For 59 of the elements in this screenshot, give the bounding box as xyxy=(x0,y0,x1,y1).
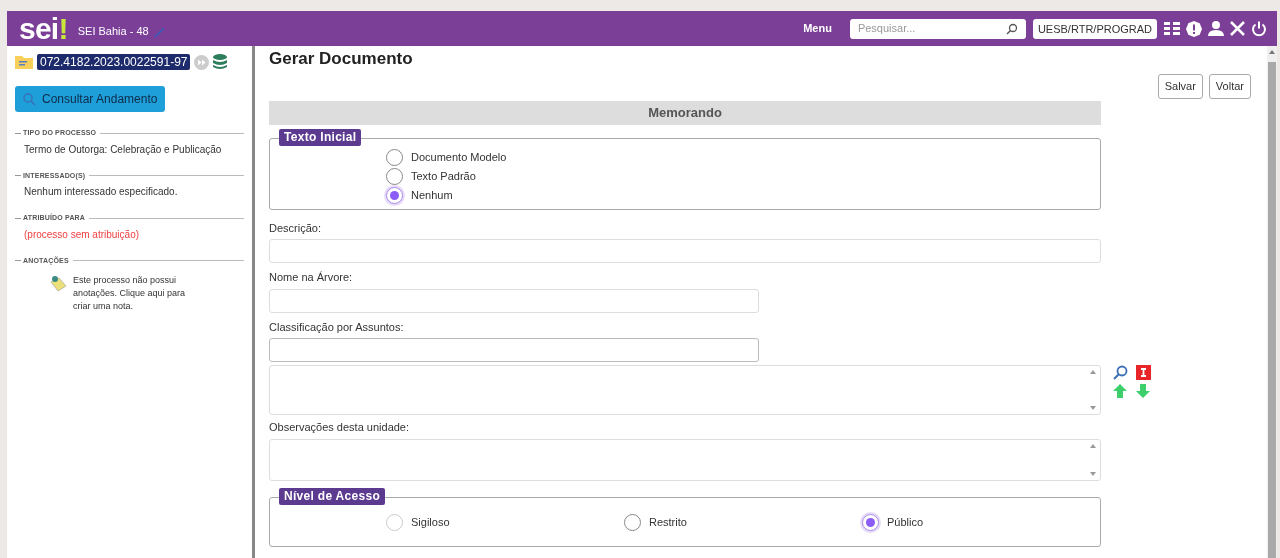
tools-icon[interactable] xyxy=(1230,21,1245,36)
search-icon[interactable] xyxy=(1005,22,1018,35)
radio-button[interactable] xyxy=(386,148,403,166)
fieldset-legend: Nível de Acesso xyxy=(279,487,386,505)
scroll-up-icon[interactable] xyxy=(1269,50,1275,54)
radio-label: Sigiloso xyxy=(411,514,450,530)
fieldset-legend: Texto Inicial xyxy=(279,128,362,146)
scroll-up-icon[interactable] xyxy=(1090,370,1096,374)
action-button[interactable]: Voltar xyxy=(1208,73,1251,99)
scroll-up-icon[interactable] xyxy=(1090,443,1096,448)
power-icon[interactable] xyxy=(1251,20,1267,37)
logo: sei! xyxy=(19,13,68,44)
alert-icon[interactable] xyxy=(1186,20,1202,37)
note-icon[interactable] xyxy=(49,274,67,292)
radio-button[interactable] xyxy=(624,513,641,531)
document-type-header: Memorando xyxy=(269,100,1101,125)
radio-button[interactable] xyxy=(386,186,403,204)
radio-label: Restrito xyxy=(649,514,687,530)
process-number[interactable]: 072.4182.2023.0022591-97 xyxy=(37,54,191,70)
section-text: Termo de Outorga: Celebração e Publicação xyxy=(23,142,223,157)
tree-name-field[interactable] xyxy=(269,288,759,313)
remove-icon[interactable] xyxy=(1136,365,1151,380)
consult-button[interactable]: Consultar Andamento xyxy=(15,86,166,112)
radio-label: Público xyxy=(887,514,924,530)
field-label: Descrição: xyxy=(269,220,322,236)
field-label: Nome na Árvore: xyxy=(269,270,354,285)
radio-button[interactable] xyxy=(862,513,879,531)
scroll-down-icon[interactable] xyxy=(1090,406,1096,410)
search-input[interactable]: Pesquisar... xyxy=(857,20,1006,37)
system-name: SEI Bahia - 48 xyxy=(77,24,149,40)
database-icon[interactable] xyxy=(213,54,228,70)
unit-selector[interactable]: UESB/RTR/PROGRAD xyxy=(1032,18,1157,39)
arrow-up-icon[interactable] xyxy=(1113,384,1127,398)
section-text: Nenhum interessado especificado. xyxy=(23,185,179,199)
user-icon[interactable] xyxy=(1208,21,1224,36)
list-icon[interactable] xyxy=(1164,21,1180,36)
search-icon xyxy=(23,92,36,106)
search-field[interactable]: Pesquisar... xyxy=(849,18,1026,39)
menu-link[interactable]: Menu xyxy=(803,20,832,37)
scrollbar[interactable] xyxy=(1267,46,1277,558)
textarea-scrollbar[interactable] xyxy=(1088,368,1098,412)
annotation-text[interactable]: Este processo não possui anotações. Clique aqui para criar uma nota. xyxy=(73,274,203,313)
arrow-down-icon[interactable] xyxy=(1136,384,1150,398)
radio-label: Nenhum xyxy=(411,187,453,203)
folder-icon xyxy=(15,55,33,69)
search-icon[interactable] xyxy=(1113,365,1128,380)
radio-button[interactable] xyxy=(386,513,403,531)
radio-label: Documento Modelo xyxy=(411,149,507,165)
field-label: Classificação por Assuntos: xyxy=(269,319,405,335)
section-text: (processo sem atribuição) xyxy=(23,227,141,242)
observations-field[interactable] xyxy=(269,438,1101,481)
scroll-down-icon[interactable] xyxy=(1090,471,1096,476)
classification-field[interactable] xyxy=(269,338,759,362)
page-title: Gerar Documento xyxy=(269,48,414,70)
radio-button[interactable] xyxy=(386,167,403,185)
action-button[interactable]: Salvar xyxy=(1157,73,1203,99)
field-label: Observações desta unidade: xyxy=(269,420,411,435)
description-field[interactable] xyxy=(269,239,1101,263)
radio-label: Texto Padrão xyxy=(411,168,476,184)
